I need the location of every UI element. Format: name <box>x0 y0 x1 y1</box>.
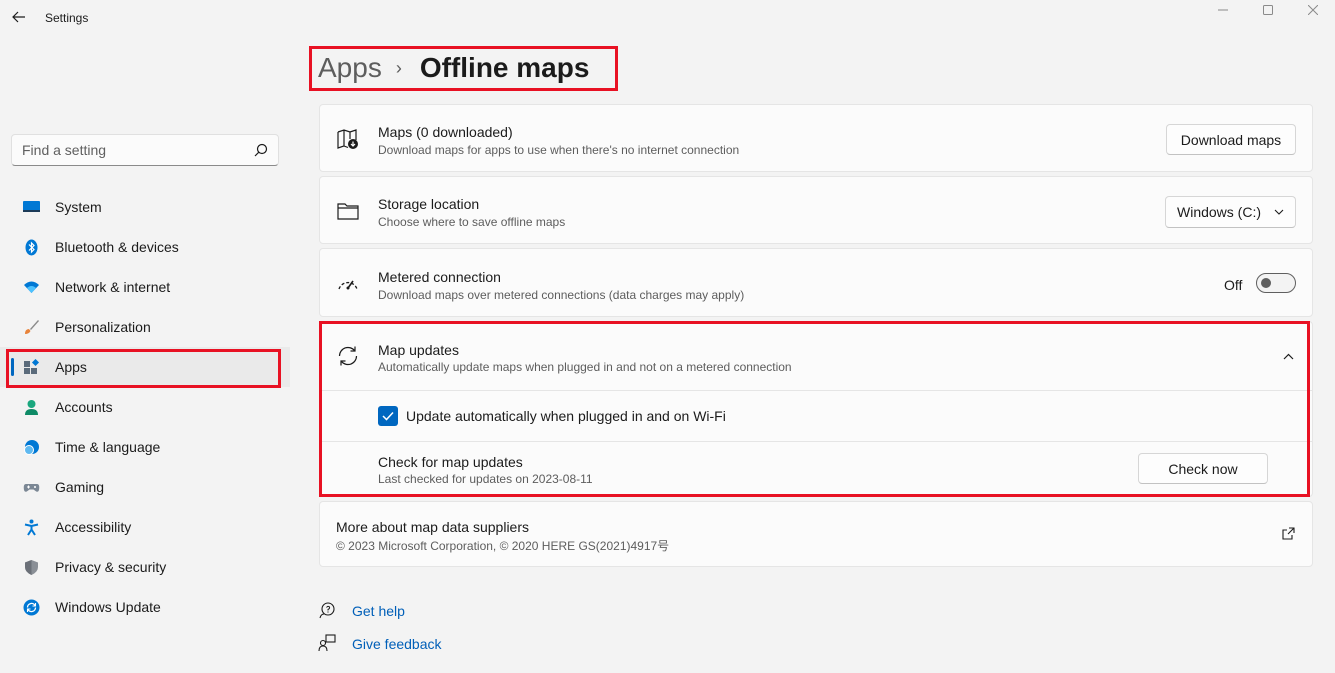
search-box <box>11 134 279 166</box>
metered-card: Metered connection Download maps over me… <box>319 248 1313 317</box>
minimize-button[interactable] <box>1200 0 1246 20</box>
gauge-icon <box>338 280 358 290</box>
storage-card: Storage location Choose where to save of… <box>319 176 1313 244</box>
download-maps-button[interactable]: Download maps <box>1166 124 1296 155</box>
brush-icon <box>25 320 39 334</box>
sidebar-item-label: Accounts <box>55 399 113 415</box>
sidebar-item-label: Windows Update <box>55 599 161 615</box>
map-download-icon <box>337 129 358 149</box>
system-icon <box>23 201 40 212</box>
back-button[interactable] <box>8 6 30 28</box>
search-input[interactable] <box>12 135 242 165</box>
storage-subtitle: Choose where to save offline maps <box>378 215 566 229</box>
person-icon <box>25 400 38 415</box>
sidebar-item-label: Gaming <box>55 479 105 495</box>
sidebar-item-gaming[interactable]: Gaming <box>0 467 290 507</box>
feedback-icon <box>318 634 336 652</box>
sidebar-nav: System Bluetooth & devices Network & int… <box>0 187 290 627</box>
highlight-title-box <box>309 46 618 91</box>
give-feedback-link[interactable]: Give feedback <box>352 636 442 652</box>
maps-subtitle: Download maps for apps to use when there… <box>378 143 740 157</box>
metered-title: Metered connection <box>378 269 501 285</box>
sidebar-item-accounts[interactable]: Accounts <box>0 387 290 427</box>
sidebar-item-label: Personalization <box>55 319 151 335</box>
sidebar-item-time-language[interactable]: Time & language <box>0 427 290 467</box>
folder-icon <box>337 203 359 220</box>
sidebar-item-label: Accessibility <box>55 519 132 535</box>
maps-card: Maps (0 downloaded) Download maps for ap… <box>319 104 1313 172</box>
title-bar: Settings <box>0 0 1335 36</box>
sidebar-item-personalization[interactable]: Personalization <box>0 307 290 347</box>
sidebar-item-windows-update[interactable]: Windows Update <box>0 587 290 627</box>
get-help-link[interactable]: Get help <box>352 603 405 619</box>
suppliers-title: More about map data suppliers <box>336 519 529 535</box>
highlight-map-updates-box <box>319 321 1310 497</box>
metered-toggle[interactable] <box>1256 273 1296 293</box>
wifi-icon <box>24 281 39 293</box>
help-icon <box>319 602 335 619</box>
toggle-knob <box>1261 278 1271 288</box>
maps-title: Maps (0 downloaded) <box>378 124 513 140</box>
sidebar-item-bluetooth[interactable]: Bluetooth & devices <box>0 227 290 267</box>
metered-subtitle: Download maps over metered connections (… <box>378 288 745 302</box>
sidebar-item-system[interactable]: System <box>0 187 290 227</box>
bluetooth-icon <box>25 239 38 256</box>
globe-clock-icon <box>24 440 39 455</box>
back-arrow-icon <box>12 11 25 23</box>
gamepad-icon <box>23 484 40 492</box>
metered-toggle-label: Off <box>1224 277 1243 293</box>
sidebar-item-network[interactable]: Network & internet <box>0 267 290 307</box>
suppliers-subtitle: © 2023 Microsoft Corporation, © 2020 HER… <box>336 539 670 553</box>
accessibility-icon <box>24 519 39 536</box>
maximize-button[interactable] <box>1245 0 1291 20</box>
app-title: Settings <box>45 11 89 25</box>
chevron-down-icon <box>1274 209 1284 215</box>
maximize-icon <box>1263 5 1273 15</box>
sidebar-item-privacy[interactable]: Privacy & security <box>0 547 290 587</box>
sidebar-item-label: System <box>55 199 102 215</box>
external-link-icon[interactable] <box>1282 527 1295 540</box>
shield-icon <box>25 560 38 575</box>
sidebar-item-label: Privacy & security <box>55 559 167 575</box>
sidebar-item-label: Bluetooth & devices <box>55 239 179 255</box>
sidebar-item-label: Time & language <box>55 439 161 455</box>
close-button[interactable] <box>1290 0 1335 20</box>
sidebar-item-accessibility[interactable]: Accessibility <box>0 507 290 547</box>
storage-dropdown-value: Windows (C:) <box>1177 204 1262 220</box>
update-icon <box>23 599 40 616</box>
suppliers-card[interactable]: More about map data suppliers © 2023 Mic… <box>319 501 1313 567</box>
minimize-icon <box>1218 9 1228 11</box>
sidebar-item-label: Network & internet <box>55 279 171 295</box>
storage-title: Storage location <box>378 196 480 212</box>
storage-location-dropdown[interactable]: Windows (C:) <box>1165 196 1296 228</box>
search-icon[interactable] <box>254 143 268 157</box>
highlight-apps-box <box>6 349 281 388</box>
close-icon <box>1308 5 1318 15</box>
